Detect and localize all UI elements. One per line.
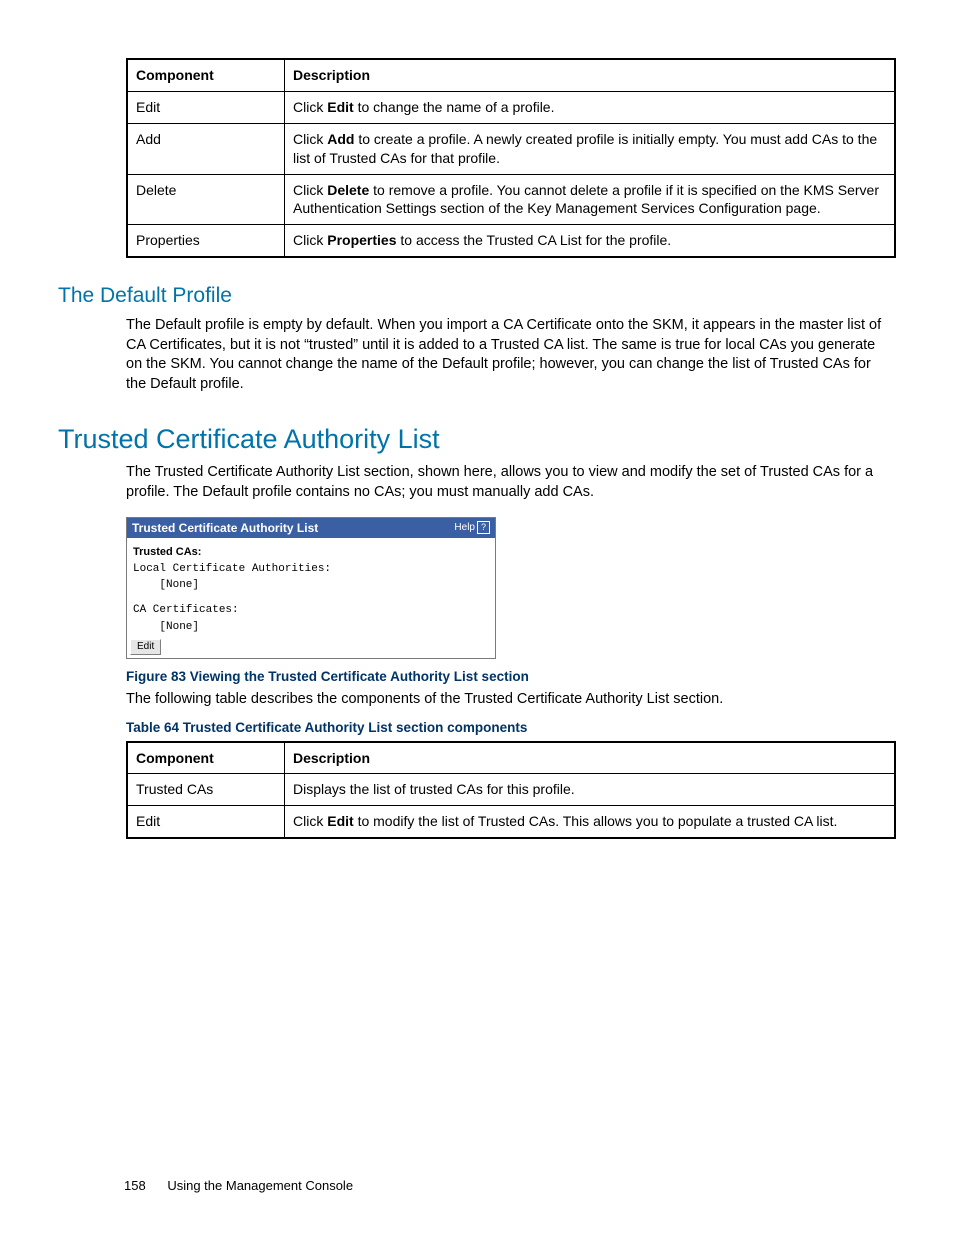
group-local-ca: Local Certificate Authorities: — [133, 562, 489, 577]
value-none-1: [None] — [133, 578, 489, 593]
table-row: Properties Click Properties to access th… — [127, 225, 895, 257]
paragraph-default-profile: The Default profile is empty by default.… — [126, 316, 886, 394]
figure-caption-83: Figure 83 Viewing the Trusted Certificat… — [126, 669, 886, 684]
table-row: Edit Click Edit to change the name of a … — [127, 91, 895, 123]
table-components-1: Component Description Edit Click Edit to… — [126, 58, 896, 258]
heading-trusted-ca-list: Trusted Certificate Authority List — [58, 424, 886, 455]
cell-component: Trusted CAs — [127, 774, 285, 806]
help-link[interactable]: Help? — [454, 521, 490, 534]
cell-description: Click Edit to modify the list of Trusted… — [285, 806, 896, 838]
widget-body: Trusted CAs: Local Certificate Authoriti… — [127, 538, 495, 641]
widget-header: Trusted Certificate Authority List Help? — [127, 518, 495, 538]
paragraph-trusted-ca-intro: The Trusted Certificate Authority List s… — [126, 463, 886, 502]
widget-trusted-ca-list: Trusted Certificate Authority List Help?… — [126, 517, 496, 659]
cell-component: Add — [127, 123, 285, 174]
table-caption-64: Table 64 Trusted Certificate Authority L… — [126, 720, 886, 735]
table1-header-component: Component — [127, 59, 285, 91]
cell-description: Click Properties to access the Trusted C… — [285, 225, 896, 257]
edit-button[interactable]: Edit — [130, 639, 161, 655]
table-row: Trusted CAs Displays the list of trusted… — [127, 774, 895, 806]
cell-description: Click Add to create a profile. A newly c… — [285, 123, 896, 174]
cell-component: Properties — [127, 225, 285, 257]
cell-description: Displays the list of trusted CAs for thi… — [285, 774, 896, 806]
footer-title: Using the Management Console — [167, 1178, 353, 1193]
value-none-2: [None] — [133, 620, 489, 635]
table-row: Delete Click Delete to remove a profile.… — [127, 174, 895, 225]
widget-title: Trusted Certificate Authority List — [132, 521, 318, 535]
page-footer: 158 Using the Management Console — [124, 1178, 353, 1193]
cell-description: Click Edit to change the name of a profi… — [285, 91, 896, 123]
paragraph-after-figure: The following table describes the compon… — [126, 690, 886, 710]
table1-header-description: Description — [285, 59, 896, 91]
table-row: Add Click Add to create a profile. A new… — [127, 123, 895, 174]
table2-header-component: Component — [127, 742, 285, 774]
cell-component: Edit — [127, 806, 285, 838]
help-icon: ? — [477, 521, 490, 534]
cell-description: Click Delete to remove a profile. You ca… — [285, 174, 896, 225]
table-row: Edit Click Edit to modify the list of Tr… — [127, 806, 895, 838]
group-ca-certs: CA Certificates: — [133, 603, 489, 618]
table2-header-description: Description — [285, 742, 896, 774]
page-number: 158 — [124, 1178, 146, 1193]
cell-component: Edit — [127, 91, 285, 123]
label-trusted-cas: Trusted CAs: — [133, 546, 489, 558]
cell-component: Delete — [127, 174, 285, 225]
table-components-2: Component Description Trusted CAs Displa… — [126, 741, 896, 840]
heading-default-profile: The Default Profile — [58, 284, 886, 308]
